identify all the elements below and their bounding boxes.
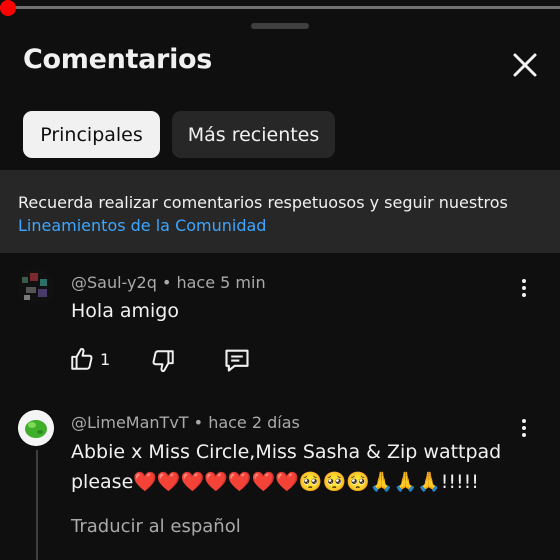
kebab-dot [522,433,526,437]
filter-newest-button[interactable]: Más recientes [172,111,335,158]
comment-menu-button[interactable] [512,273,536,303]
comment-time: hace 2 días [208,413,300,432]
dislike-button[interactable] [150,348,176,374]
avatar-image [18,410,54,446]
comment-author[interactable]: @LimeManTvT [71,413,189,432]
drag-handle[interactable] [251,23,309,29]
video-progress-bar[interactable] [0,0,560,16]
progress-track [0,6,560,9]
progress-scrubber[interactable] [0,0,16,16]
meta-separator: • [193,413,209,432]
like-count: 1 [100,350,111,369]
comment-menu-button[interactable] [512,413,536,443]
kebab-dot [522,293,526,297]
avatar-image [18,269,54,305]
comment-text: Hola amigo [71,300,179,322]
community-guidelines-link[interactable]: Lineamientos de la Comunidad [18,214,266,237]
like-button[interactable] [69,346,95,372]
comment-text-line: Abbie x Miss Circle,Miss Sasha & Zip wat… [71,441,502,463]
reply-thread-line [36,450,38,560]
comment-meta: @LimeManTvT • hace 2 días [71,413,300,432]
meta-separator: • [161,273,177,292]
thumbs-down-icon [152,350,174,373]
comment-author[interactable]: @Saul-y2q [71,273,157,292]
kebab-dot [522,419,526,423]
thumbs-up-icon [71,347,93,370]
reply-button[interactable] [223,346,251,374]
close-icon [513,53,537,77]
kebab-dot [522,426,526,430]
kebab-dot [522,279,526,283]
avatar[interactable] [18,410,54,446]
comment-time: hace 5 min [176,273,266,292]
avatar[interactable] [18,269,54,305]
kebab-dot [522,286,526,290]
comment-text-line: please❤️❤️❤️❤️❤️❤️❤️🥺🥺🥺🙏🙏🙏!!!!! [71,471,479,493]
filter-top-button[interactable]: Principales [23,111,160,158]
comment-meta: @Saul-y2q • hace 5 min [71,273,266,292]
translate-link[interactable]: Traducir al español [71,516,241,537]
notice-text: Recuerda realizar comentarios respetuoso… [18,193,508,212]
reply-comment-icon [225,349,249,372]
close-button[interactable] [508,48,542,82]
panel-title: Comentarios [23,44,213,75]
